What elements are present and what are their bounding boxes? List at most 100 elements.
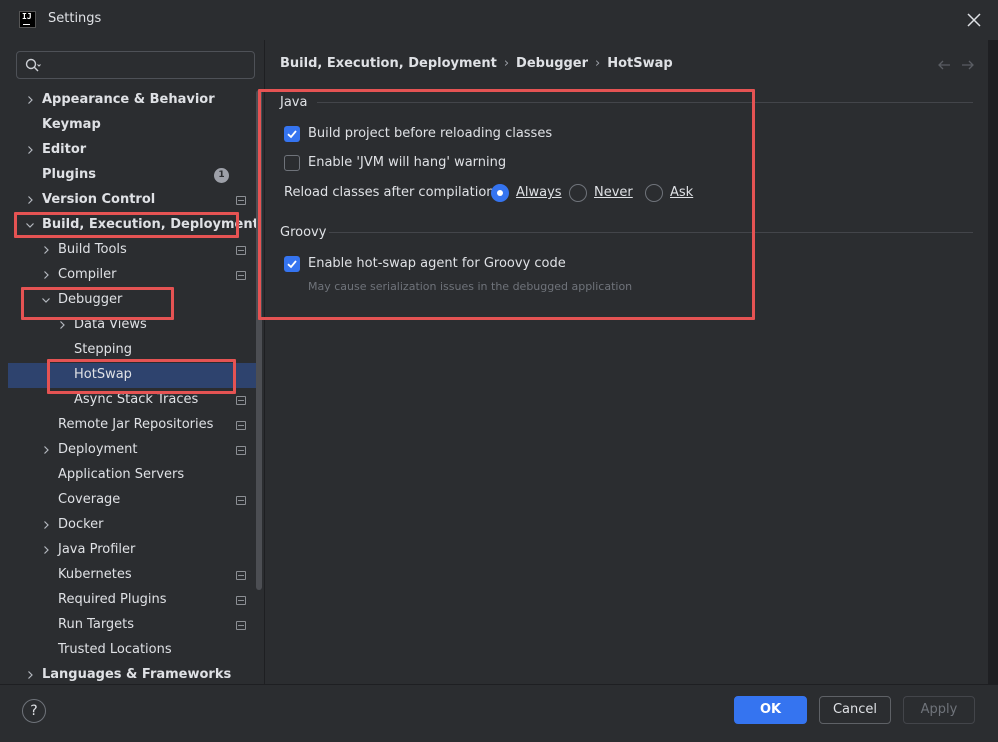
arrow-left-icon[interactable] (936, 57, 952, 73)
breadcrumb-item[interactable]: Build, Execution, Deployment (280, 56, 497, 71)
group-separator (317, 102, 973, 103)
tree-item-required-plugins[interactable]: Required Plugins (0, 588, 262, 613)
project-scope-icon (236, 496, 246, 505)
chevron-right-icon[interactable] (24, 94, 36, 106)
tree-item-label: Remote Jar Repositories (58, 417, 214, 432)
close-button[interactable] (962, 8, 986, 32)
chevron-right-icon[interactable] (40, 244, 52, 256)
chevron-right-icon[interactable] (24, 194, 36, 206)
tree-item-coverage[interactable]: Coverage (0, 488, 262, 513)
checkmark-icon (287, 130, 297, 139)
tree-item-label: Deployment (58, 442, 138, 457)
tree-item-stepping[interactable]: Stepping (0, 338, 262, 363)
project-scope-icon (236, 571, 246, 580)
project-scope-icon (236, 421, 246, 430)
group-separator (329, 232, 973, 233)
tree-item-java-profiler[interactable]: Java Profiler (0, 538, 262, 563)
ok-button[interactable]: OK (734, 696, 807, 724)
groovy-group-title: Groovy (280, 225, 327, 240)
reload-classes-label: Reload classes after compilation: (284, 185, 499, 200)
tree-item-compiler[interactable]: Compiler (0, 263, 262, 288)
chevron-right-icon[interactable] (40, 444, 52, 456)
checkbox-label: Enable 'JVM will hang' warning (308, 155, 507, 170)
checkmark-icon (287, 260, 297, 269)
tree-item-label: Stepping (74, 342, 132, 357)
apply-button[interactable]: Apply (903, 696, 975, 724)
tree-item-trusted-locations[interactable]: Trusted Locations (0, 638, 262, 663)
tree-item-label: Debugger (58, 292, 123, 307)
project-scope-icon (236, 596, 246, 605)
chevron-right-icon[interactable] (24, 144, 36, 156)
radio-ask-label[interactable]: Ask (670, 185, 693, 200)
tree-item-application-servers[interactable]: Application Servers (0, 463, 262, 488)
tree-item-label: Editor (42, 142, 87, 157)
tree-item-label: HotSwap (74, 367, 132, 382)
breadcrumb: Build, Execution, Deployment › Debugger › Ho… (280, 56, 673, 71)
checkbox-label: Build project before reloading classes (308, 126, 553, 141)
sidebar-scrollbar[interactable] (256, 90, 262, 590)
intellij-logo-icon: IJ (19, 11, 36, 28)
tree-item-data-views[interactable]: Data Views (0, 313, 262, 338)
dialog-footer: ? OK Cancel Apply (0, 684, 998, 742)
tree-item-debugger[interactable]: Debugger (0, 288, 262, 313)
project-scope-icon (236, 396, 246, 405)
project-scope-icon (236, 271, 246, 280)
chevron-down-icon[interactable] (24, 219, 36, 231)
tree-item-kubernetes[interactable]: Kubernetes (0, 563, 262, 588)
tree-item-label: Build, Execution, Deployment (42, 217, 259, 232)
chevron-down-icon[interactable] (40, 294, 52, 306)
settings-dialog: IJ Settings Appearance & Behavior Keymap E… (0, 0, 998, 742)
chevron-right-icon[interactable] (40, 269, 52, 281)
tree-item-plugins[interactable]: Plugins 1 (0, 163, 262, 188)
tree-item-deployment[interactable]: Deployment (0, 438, 262, 463)
tree-item-docker[interactable]: Docker (0, 513, 262, 538)
radio-always-label[interactable]: Always (516, 185, 562, 200)
tree-item-build-tools[interactable]: Build Tools (0, 238, 262, 263)
tree-item-editor[interactable]: Editor (0, 138, 262, 163)
title-bar: IJ Settings (0, 0, 998, 40)
tree-item-async-stack-traces[interactable]: Async Stack Traces (0, 388, 262, 413)
chevron-right-icon[interactable] (56, 319, 68, 331)
search-box[interactable] (16, 51, 255, 79)
search-input[interactable] (47, 55, 247, 75)
tree-item-keymap[interactable]: Keymap (0, 113, 262, 138)
checkbox-unchecked[interactable] (284, 155, 300, 171)
breadcrumb-separator: › (503, 56, 510, 71)
radio-ask[interactable] (645, 184, 663, 202)
tree-item-run-targets[interactable]: Run Targets (0, 613, 262, 638)
arrow-right-icon[interactable] (960, 57, 976, 73)
tree-item-label: Appearance & Behavior (42, 92, 215, 107)
tree-item-label: Data Views (74, 317, 147, 332)
tree-item-label: Kubernetes (58, 567, 132, 582)
tree-item-label: Languages & Frameworks (42, 667, 232, 682)
tree-item-remote-jar-repositories[interactable]: Remote Jar Repositories (0, 413, 262, 438)
close-icon (967, 13, 981, 27)
tree-item-version-control[interactable]: Version Control (0, 188, 262, 213)
tree-item-label: Async Stack Traces (74, 392, 199, 407)
tree-item-label: Java Profiler (58, 542, 136, 557)
project-scope-icon (236, 446, 246, 455)
background-editor-strip (988, 40, 998, 684)
settings-content: Build, Execution, Deployment › Debugger › Ho… (265, 40, 998, 684)
tree-item-hotswap[interactable]: HotSwap (8, 363, 262, 388)
breadcrumb-item[interactable]: Debugger (516, 56, 588, 71)
radio-never[interactable] (569, 184, 587, 202)
checkbox-checked[interactable] (284, 256, 300, 272)
radio-always[interactable] (491, 184, 509, 202)
chevron-right-icon[interactable] (40, 519, 52, 531)
groovy-hint-text: May cause serialization issues in the de… (308, 280, 633, 293)
project-scope-icon (236, 246, 246, 255)
chevron-right-icon[interactable] (40, 544, 52, 556)
tree-item-appearance-behavior[interactable]: Appearance & Behavior (0, 88, 262, 113)
checkbox-checked[interactable] (284, 126, 300, 142)
chevron-right-icon[interactable] (24, 669, 36, 681)
window-title: Settings (48, 11, 102, 26)
breadcrumb-separator: › (595, 56, 601, 71)
cancel-button[interactable]: Cancel (819, 696, 891, 724)
radio-never-label[interactable]: Never (594, 185, 633, 200)
help-button[interactable]: ? (22, 699, 46, 723)
tree-item-label: Plugins (42, 167, 96, 182)
tree-item-build-execution-deployment[interactable]: Build, Execution, Deployment (0, 213, 262, 238)
tree-item-label: Coverage (58, 492, 121, 507)
breadcrumb-item: HotSwap (607, 56, 673, 71)
